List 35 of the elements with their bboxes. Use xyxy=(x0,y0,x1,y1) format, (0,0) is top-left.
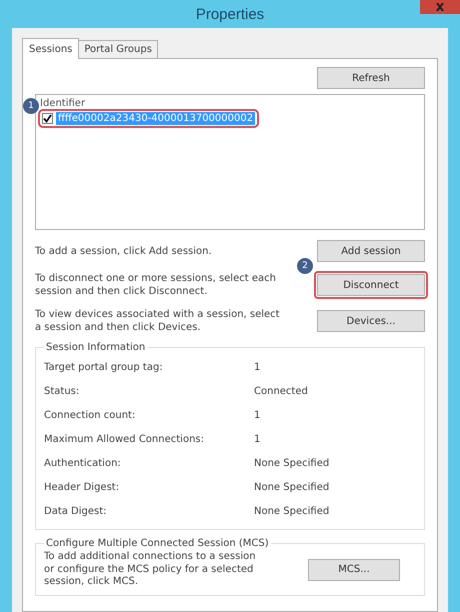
field-label: Authentication: xyxy=(44,458,122,468)
tab[interactable]: Sessions xyxy=(22,38,80,59)
session-identifier: ffffe00002a23430-4000013700000002 xyxy=(56,112,256,125)
action-button[interactable]: Disconnect xyxy=(317,274,425,296)
field-value: 1 xyxy=(254,434,260,444)
field-value: 1 xyxy=(254,362,260,372)
field-value: None Specified xyxy=(254,458,330,468)
field-value: None Specified xyxy=(254,506,330,516)
step-badge: 2 xyxy=(297,258,313,274)
close-button[interactable] xyxy=(420,0,460,14)
group-title: Configure Multiple Connected Session (MCS) xyxy=(45,538,270,549)
field-value: Connected xyxy=(254,386,308,396)
field-label: Data Digest: xyxy=(44,506,108,516)
column-header: Identifier xyxy=(40,98,86,109)
refresh-button[interactable]: Refresh xyxy=(317,67,425,89)
field-label: Maximum Allowed Connections: xyxy=(44,434,205,444)
instruction-text: To add additional connections to a session or configure the MCS policy for a selected session, click MCS. xyxy=(44,551,257,588)
instruction-text: To view devices associated with a session, select a session and then click Devices. xyxy=(35,308,281,334)
action-button[interactable]: Devices... xyxy=(317,310,425,332)
field-label: Target portal group tag: xyxy=(44,362,164,372)
field-label: Connection count: xyxy=(44,410,136,420)
close-icon xyxy=(435,3,445,11)
window-title: Properties xyxy=(196,6,264,22)
tab[interactable]: Portal Groups xyxy=(78,40,158,58)
instruction-text: To add a session, click Add session. xyxy=(35,244,213,258)
action-button[interactable]: Add session xyxy=(317,240,425,262)
field-label: Status: xyxy=(44,386,80,396)
field-value: 1 xyxy=(254,410,260,420)
mcs-button[interactable]: MCS... xyxy=(308,558,400,581)
instruction-text: To disconnect one or more sessions, select each session and then click Disconnect. xyxy=(35,272,277,298)
step-badge: 1 xyxy=(23,98,39,114)
field-label: Header Digest: xyxy=(44,482,120,492)
checkbox[interactable] xyxy=(42,113,53,124)
group-title: Session Information xyxy=(45,342,146,353)
field-value: None Specified xyxy=(254,482,330,492)
